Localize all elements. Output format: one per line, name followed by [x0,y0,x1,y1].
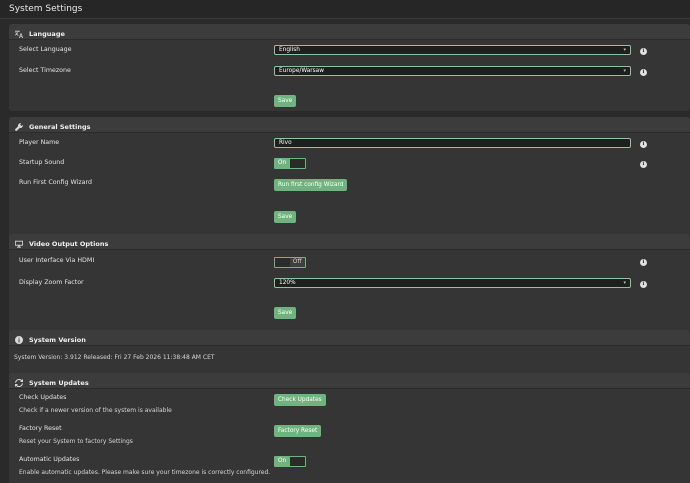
ui-hdmi-toggle[interactable]: Off [274,257,306,268]
toggle-off-label: Off [289,258,305,267]
video-output-panel: Video Output Options User Interface Via … [9,234,690,342]
info-icon[interactable]: i [640,259,647,266]
general-panel-header: General Settings [9,117,690,133]
zoom-factor-select[interactable]: 120% ▾ [274,278,631,288]
chevron-down-icon: ▾ [623,280,626,286]
translate-icon [15,30,23,38]
refresh-icon [15,378,23,387]
select-language-label: Select Language [19,46,72,53]
info-icon[interactable]: i [640,141,647,148]
language-panel: Language Select Language English ▾ i Sel… [9,24,690,111]
toggle-knob [290,159,305,168]
updates-panel-title: System Updates [29,378,89,387]
video-save-button[interactable]: Save [274,307,297,319]
video-panel-header: Video Output Options [9,234,690,250]
timezone-select-value: Europe/Warsaw [279,68,324,74]
check-updates-button[interactable]: Check Updates [274,394,326,406]
system-updates-panel: System Updates Check Updates Check if a … [9,373,690,483]
factory-reset-button[interactable]: Factory Reset [274,425,322,437]
system-version-text: System Version: 3.912 Released: Fri 27 F… [14,354,215,361]
general-panel-title: General Settings [29,122,91,131]
automatic-updates-toggle[interactable]: On [274,456,306,467]
info-circle-icon [15,335,23,344]
video-panel-title: Video Output Options [29,239,109,248]
version-panel-title: System Version [29,335,86,344]
zoom-factor-value: 120% [279,280,296,286]
chevron-down-icon: ▾ [623,47,626,53]
info-icon[interactable]: i [640,281,647,288]
player-name-label: Player Name [19,139,60,146]
run-first-config-button[interactable]: Run first config Wizard [274,179,348,191]
language-panel-header: Language [9,24,690,40]
ui-hdmi-label: User Interface Via HDMI [19,257,95,264]
first-config-label: Run First Config Wizard [19,179,93,186]
factory-reset-label: Factory Reset [19,425,62,432]
automatic-updates-desc: Enable automatic updates. Please make su… [19,469,271,476]
toggle-knob [275,258,290,267]
wrench-icon [15,122,23,131]
timezone-select[interactable]: Europe/Warsaw ▾ [274,66,631,76]
updates-panel-header: System Updates [9,373,690,389]
info-icon[interactable]: i [640,69,647,76]
check-updates-desc: Check if a newer version of the system i… [19,407,172,414]
zoom-factor-label: Display Zoom Factor [19,279,84,286]
info-icon[interactable]: i [640,161,647,168]
version-panel-header: System Version [9,330,690,346]
startup-sound-toggle[interactable]: On [274,158,306,169]
language-select-value: English [279,47,300,53]
general-settings-panel: General Settings Player Name Rivo i Star… [9,117,690,248]
select-timezone-label: Select Timezone [19,67,71,74]
startup-sound-label: Startup Sound [19,159,65,166]
general-save-button[interactable]: Save [274,211,297,223]
chevron-down-icon: ▾ [623,68,626,74]
info-icon[interactable]: i [640,48,647,55]
factory-reset-desc: Reset your System to factory Settings [19,438,133,445]
language-save-button[interactable]: Save [274,95,297,107]
monitor-icon [15,240,23,248]
language-panel-title: Language [29,29,65,38]
language-select[interactable]: English ▾ [274,45,631,55]
toggle-on-label: On [275,159,291,168]
page-title: System Settings [0,0,690,19]
player-name-input[interactable]: Rivo [274,138,631,148]
automatic-updates-label: Automatic Updates [19,456,80,463]
toggle-knob [290,457,305,466]
toggle-on-label: On [275,457,291,466]
check-updates-label: Check Updates [19,394,67,401]
